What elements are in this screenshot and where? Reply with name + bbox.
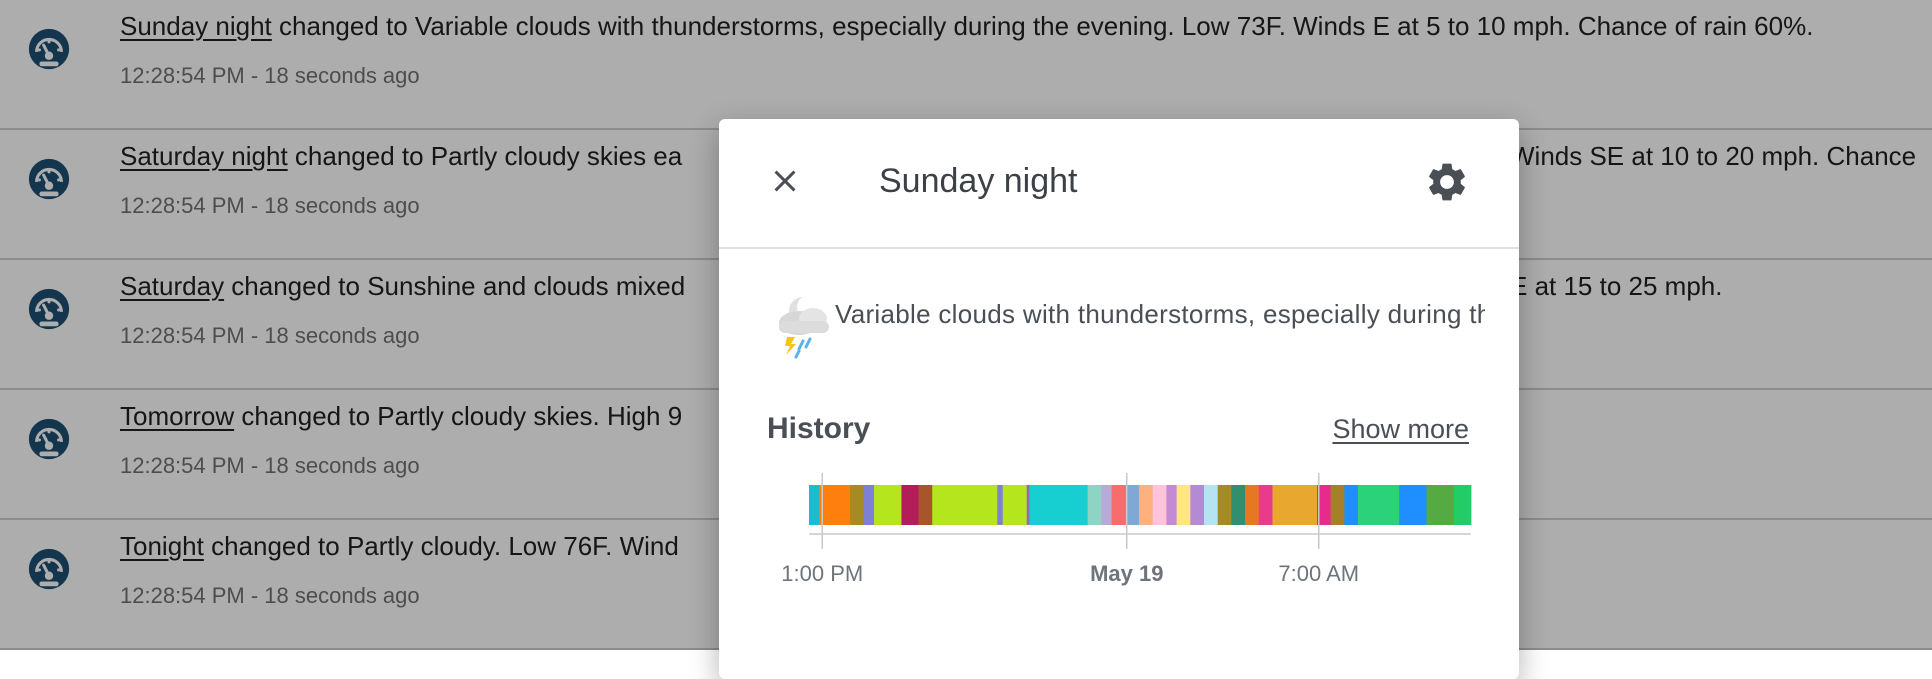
timeline-segment[interactable] [997, 485, 1004, 525]
timeline-segment[interactable] [1272, 485, 1318, 525]
timeline-label: 1:00 PM [781, 561, 863, 586]
timeline-segment[interactable] [918, 485, 933, 525]
timeline-label: 7:00 AM [1278, 561, 1359, 586]
dialog-title: Sunday night [879, 162, 1078, 200]
history-heading: History [767, 412, 871, 445]
close-icon [774, 170, 796, 192]
state-row: Variable clouds with thunderstorms, espe… [765, 287, 1485, 367]
show-more-link[interactable]: Show more [1332, 411, 1469, 447]
timeline-segment[interactable] [1217, 485, 1232, 525]
timeline-segment[interactable] [1111, 485, 1126, 525]
timeline-segment[interactable] [1002, 485, 1028, 525]
timeline-segment[interactable] [809, 485, 820, 525]
timeline-segment[interactable] [1152, 485, 1167, 525]
timeline-segment[interactable] [1029, 485, 1089, 525]
timeline-segment[interactable] [1166, 485, 1178, 525]
dialog-header: Sunday night [719, 119, 1519, 249]
history-timeline: 1:00 PM May 19 7:00 AM [781, 473, 1472, 586]
timeline-segment[interactable] [1344, 485, 1359, 525]
timeline-segment[interactable] [850, 485, 865, 525]
timeline-segment[interactable] [1330, 485, 1345, 525]
timeline-segment[interactable] [901, 485, 919, 525]
timeline-segment[interactable] [1101, 485, 1112, 525]
thunderstorm-night-icon [779, 295, 829, 359]
timeline-segment[interactable] [1204, 485, 1219, 525]
timeline-label: May 19 [1090, 561, 1163, 586]
timeline-segment[interactable] [1358, 485, 1400, 525]
timeline-segment[interactable] [1245, 485, 1260, 525]
timeline-segment[interactable] [932, 485, 998, 525]
close-button[interactable] [763, 159, 807, 203]
timeline-segment[interactable] [1399, 485, 1427, 525]
timeline-segment[interactable] [819, 485, 851, 525]
timeline-segment[interactable] [863, 485, 875, 525]
timeline-segment[interactable] [1087, 485, 1102, 525]
timeline-segment[interactable] [1453, 485, 1472, 525]
timeline-segment[interactable] [1176, 485, 1191, 525]
timeline-segment[interactable] [1258, 485, 1273, 525]
timeline-segment[interactable] [1426, 485, 1455, 525]
timeline-segment[interactable] [1190, 485, 1205, 525]
gear-icon [1429, 163, 1465, 201]
state-text: Variable clouds with thunderstorms, espe… [835, 299, 1485, 329]
settings-button[interactable] [1422, 157, 1472, 207]
more-info-dialog: Sunday night Variable clouds with thunde… [719, 119, 1519, 679]
timeline-segment[interactable] [1231, 485, 1246, 525]
timeline-segment[interactable] [1026, 485, 1030, 525]
timeline-segment[interactable] [1138, 485, 1154, 525]
timeline-segment[interactable] [874, 485, 902, 525]
